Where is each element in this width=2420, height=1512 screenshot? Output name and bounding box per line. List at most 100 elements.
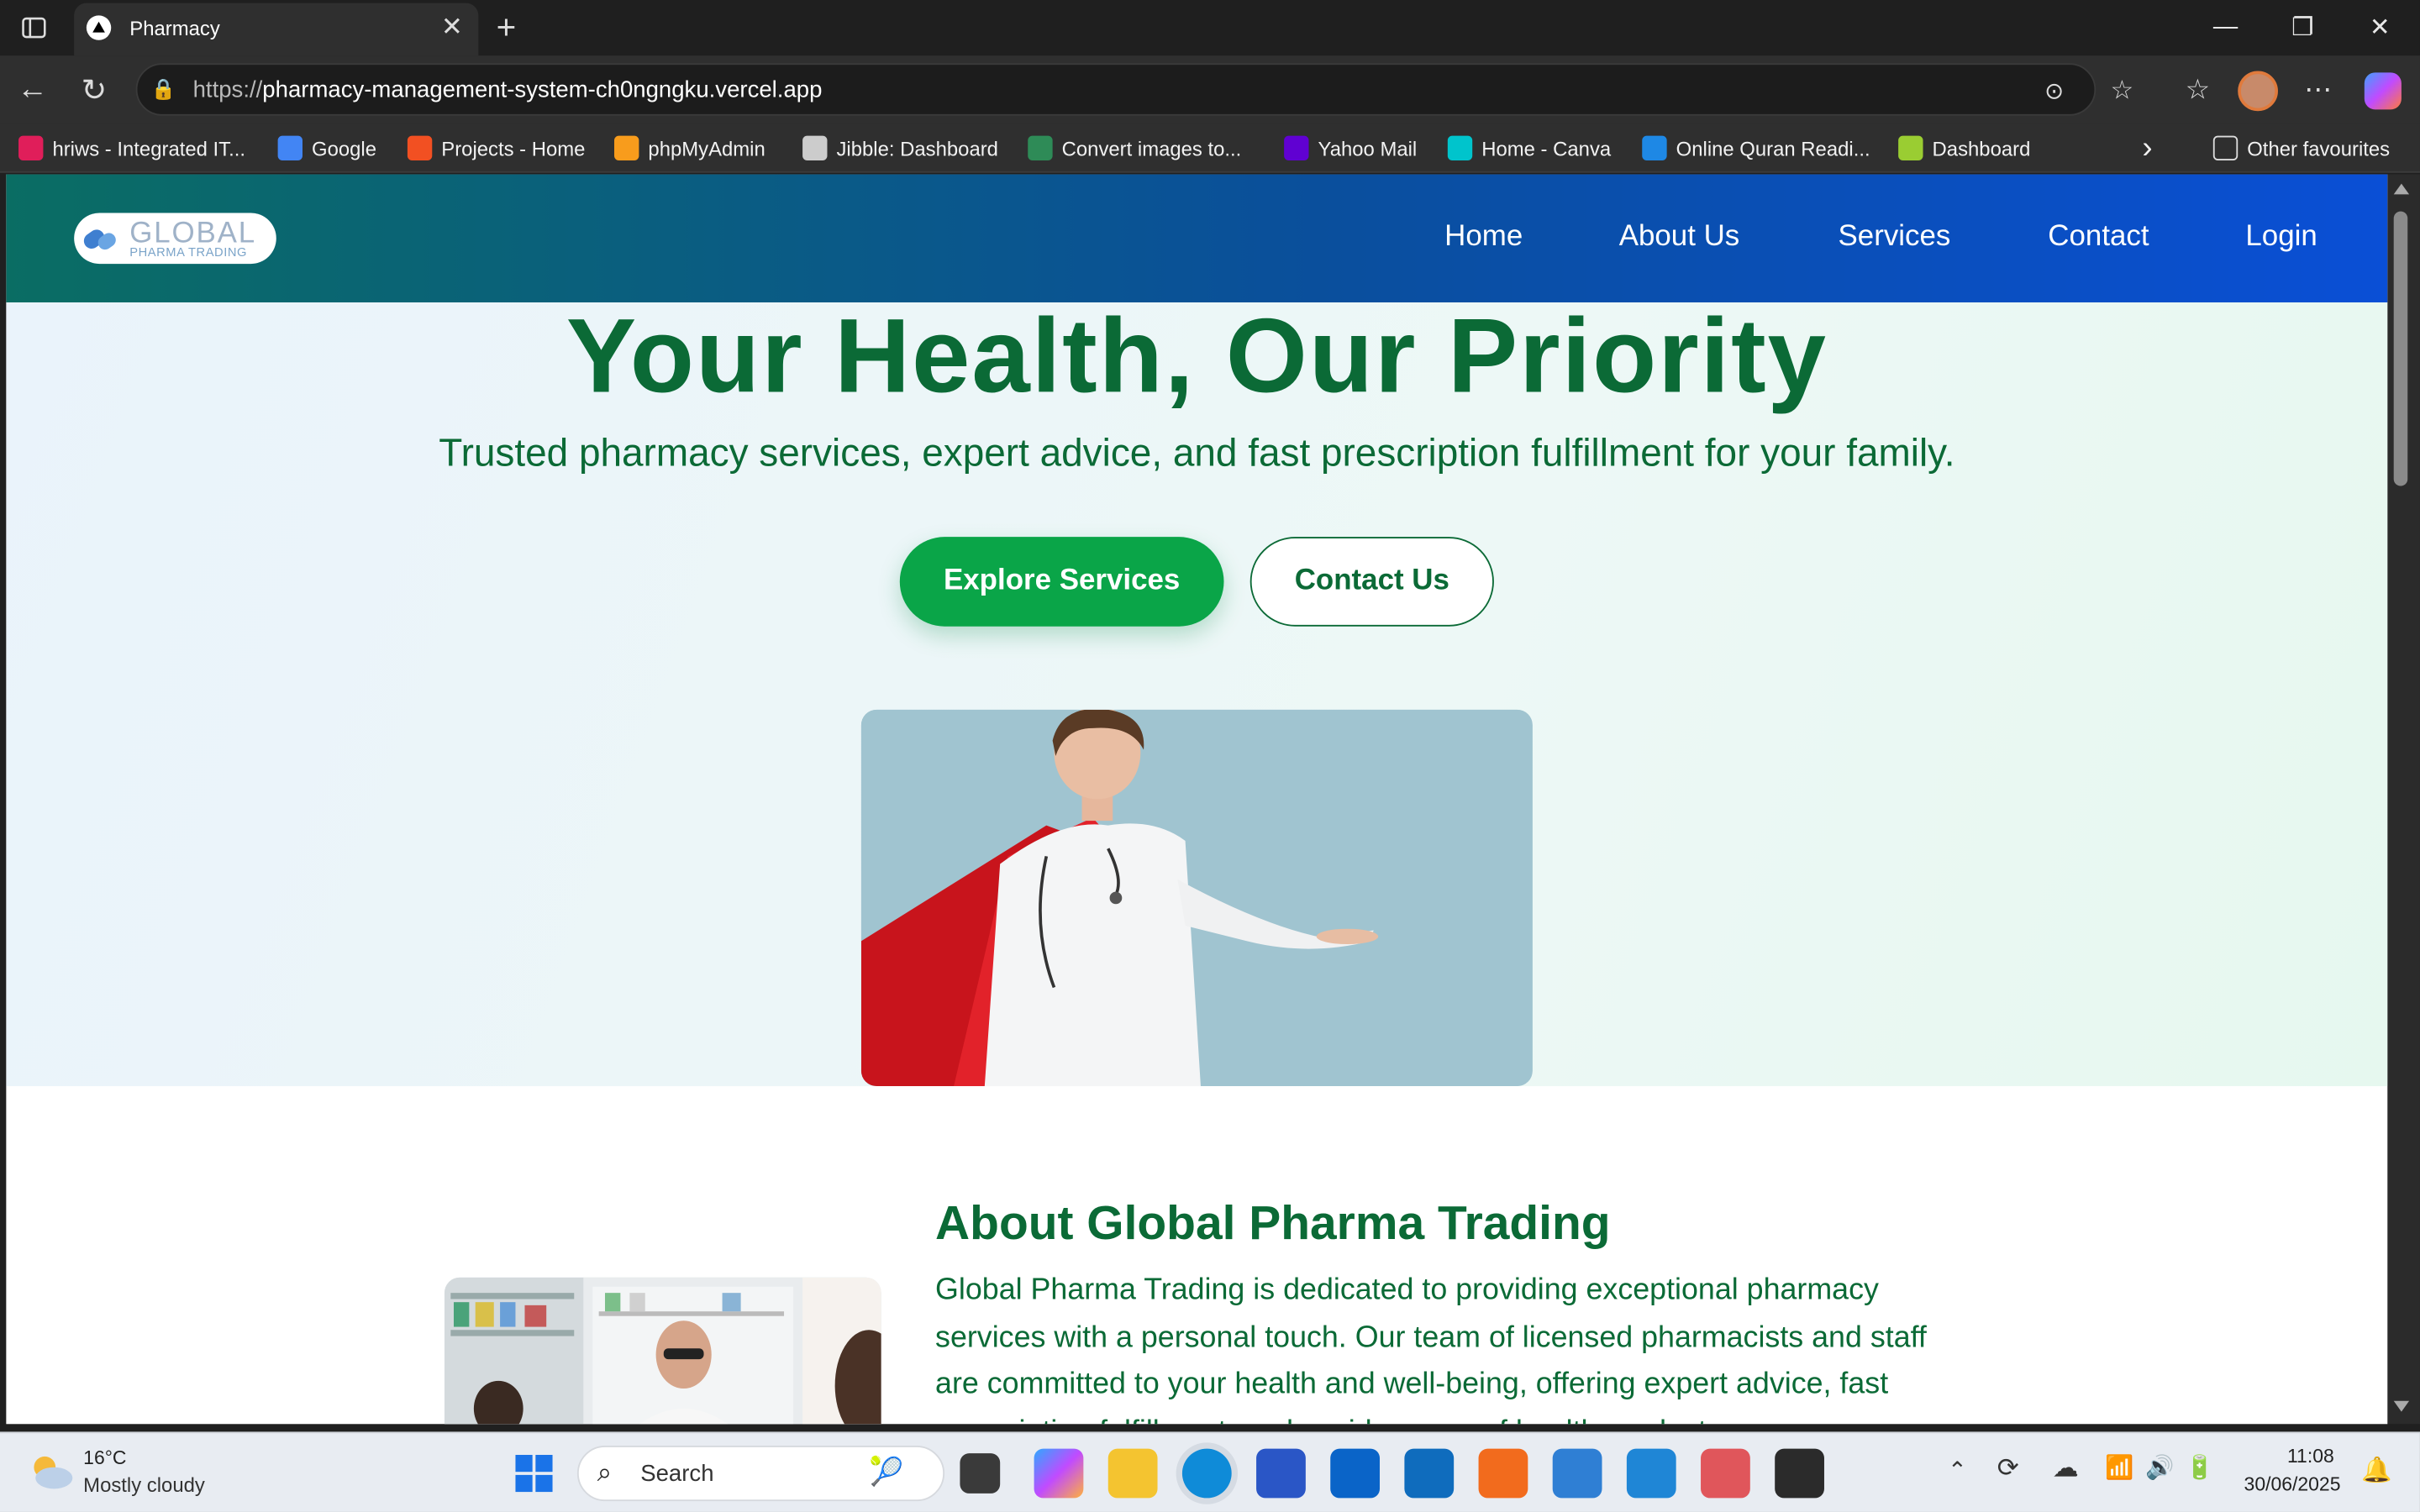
refresh-icon[interactable]: ↻: [74, 71, 114, 108]
edge-icon[interactable]: [1181, 1448, 1232, 1499]
bookmark-label: Convert images to...: [1061, 136, 1242, 160]
nav-contact[interactable]: Contact: [2048, 221, 2149, 255]
start-icon[interactable]: [513, 1452, 555, 1494]
about-text: Global Pharma Trading is dedicated to pr…: [935, 1273, 1927, 1424]
lock-icon[interactable]: 🔒: [150, 76, 177, 103]
bookmark-favicon-icon: [1642, 135, 1667, 161]
restore-icon[interactable]: ❐: [2265, 0, 2339, 55]
bookmark-item[interactable]: Projects - Home: [407, 134, 585, 162]
profile-avatar[interactable]: [2238, 71, 2278, 112]
xampp-icon[interactable]: [1478, 1448, 1528, 1499]
bookmark-item[interactable]: Google: [277, 134, 377, 162]
bookmark-item[interactable]: Convert images to...: [1028, 134, 1241, 162]
back-icon[interactable]: ←: [13, 71, 53, 108]
nav-services[interactable]: Services: [1839, 221, 1951, 255]
hero-subtitle: Trusted pharmacy services, expert advice…: [439, 432, 1955, 475]
hero-doctor-image: [860, 709, 1533, 1087]
about-title: About Global Pharma Trading: [935, 1195, 1611, 1250]
bookmark-label: Home - Canva: [1481, 136, 1612, 160]
explore-services-button[interactable]: Explore Services: [899, 537, 1224, 627]
folder-icon: [2212, 135, 2238, 161]
bookmark-label: Yahoo Mail: [1318, 136, 1418, 160]
close-tab-icon[interactable]: ✕: [441, 14, 463, 40]
scroll-up-icon[interactable]: [2393, 183, 2410, 195]
copilot-app-icon[interactable]: [1034, 1448, 1084, 1499]
terminal-icon[interactable]: [1775, 1448, 1824, 1499]
bookmark-item[interactable]: phpMyAdmin: [614, 134, 765, 162]
favorites-icon[interactable]: ☆: [2179, 71, 2216, 108]
scrollbar-thumb[interactable]: [2393, 211, 2408, 486]
bookmark-label: phpMyAdmin: [648, 136, 765, 160]
bookmark-favicon-icon: [1028, 135, 1053, 161]
bookmark-item[interactable]: Online Quran Readi...: [1642, 134, 1870, 162]
nav-login[interactable]: Login: [2245, 221, 2317, 255]
page-scrollbar[interactable]: [2387, 174, 2420, 1425]
bookmark-favicon-icon: [277, 135, 302, 161]
other-favourites-label: Other favourites: [2247, 136, 2391, 160]
vscode-icon[interactable]: [1626, 1448, 1676, 1499]
outlook-icon[interactable]: [1404, 1448, 1455, 1499]
store-icon[interactable]: [1256, 1448, 1306, 1499]
copilot-icon[interactable]: [2364, 72, 2402, 110]
tab-bar: Pharmacy ✕ + — ❐ ✕: [0, 0, 2420, 56]
cloud-sun-icon: [34, 1456, 73, 1489]
site-logo[interactable]: GLOBAL PHARMA TRADING: [74, 213, 276, 265]
bookmarks-overflow-chevron-icon[interactable]: ›: [2142, 130, 2152, 164]
volume-icon[interactable]: 🔊: [2145, 1453, 2174, 1481]
weather-widget[interactable]: 16°C Mostly cloudy: [22, 1442, 238, 1504]
task-view-icon[interactable]: [960, 1453, 1001, 1494]
clock-date[interactable]: 30/06/2025: [2244, 1473, 2341, 1495]
bookmark-label: Online Quran Readi...: [1676, 136, 1870, 160]
bookmark-label: hriws - Integrated IT...: [52, 136, 246, 160]
read-aloud-icon[interactable]: ⊙: [2039, 76, 2070, 107]
wifi-icon[interactable]: 📶: [2105, 1453, 2133, 1481]
onedrive-icon[interactable]: ☁: [2053, 1453, 2079, 1484]
minimize-icon[interactable]: —: [2188, 0, 2262, 55]
bookmark-favicon-icon: [1898, 135, 1923, 161]
bookmark-item[interactable]: hriws - Integrated IT...: [18, 134, 245, 162]
bookmark-item[interactable]: Dashboard: [1898, 134, 2030, 162]
browser-tab[interactable]: Pharmacy ✕: [74, 3, 479, 56]
clock-time[interactable]: 11:08: [2287, 1446, 2334, 1467]
hero-title: Your Health, Our Priority: [566, 297, 1828, 416]
bookmark-item[interactable]: Home - Canva: [1447, 134, 1612, 162]
tab-title: Pharmacy: [129, 17, 220, 40]
address-bar-row: ← ↻ 🔒 https://pharmacy-management-system…: [0, 55, 2420, 123]
contact-us-button[interactable]: Contact Us: [1249, 537, 1494, 627]
other-favourites[interactable]: Other favourites: [2212, 134, 2391, 162]
bookmarks-bar: hriws - Integrated IT... Google Projects -…: [0, 123, 2420, 173]
web-page: GLOBAL PHARMA TRADING Home About Us Serv…: [6, 174, 2388, 1425]
notification-bell-icon[interactable]: 🔔: [2361, 1455, 2392, 1486]
url-field[interactable]: 🔒 https://pharmacy-management-system-ch0…: [135, 63, 2133, 116]
nav-about[interactable]: About Us: [1619, 221, 1740, 255]
new-tab-icon[interactable]: +: [487, 8, 524, 46]
weather-text: Mostly cloudy: [83, 1473, 205, 1497]
bookmark-favicon-icon: [1447, 135, 1473, 161]
file-explorer-icon[interactable]: [1107, 1448, 1158, 1499]
site-favicon-icon: [86, 15, 112, 40]
bookmark-label: Google: [312, 136, 377, 160]
taskbar-search[interactable]: ⌕ Search 🎾: [576, 1445, 945, 1502]
close-window-icon[interactable]: ✕: [2343, 0, 2417, 55]
favorite-star-icon[interactable]: ☆: [2107, 76, 2138, 107]
chevron-up-icon[interactable]: ⌃: [1948, 1457, 1967, 1484]
bookmark-favicon-icon: [18, 135, 44, 161]
pill-logo-icon: [83, 229, 116, 250]
scroll-down-icon[interactable]: [2393, 1400, 2410, 1412]
search-highlight-icon: 🎾: [869, 1456, 904, 1488]
bookmark-item[interactable]: Yahoo Mail: [1284, 134, 1417, 162]
taskbar: 16°C Mostly cloudy ⌕ Search 🎾 ⌃ ⟳ ☁ 📶 🔊 …: [0, 1431, 2420, 1512]
battery-icon[interactable]: 🔋: [2186, 1453, 2214, 1481]
more-icon[interactable]: ⋯: [2300, 71, 2337, 108]
bookmark-label: Dashboard: [1932, 136, 2031, 160]
nav-home[interactable]: Home: [1444, 221, 1523, 255]
snipping-tool-icon[interactable]: [1701, 1448, 1750, 1499]
outlook-new-icon[interactable]: [1330, 1448, 1381, 1499]
logo-subtext: PHARMA TRADING: [129, 245, 248, 260]
search-label: Search: [640, 1461, 714, 1488]
notepad-icon[interactable]: [1552, 1448, 1602, 1499]
bookmark-item[interactable]: Jibble: Dashboard: [802, 134, 998, 162]
sync-icon[interactable]: ⟳: [1997, 1453, 2019, 1484]
sidebar-toggle-icon[interactable]: [13, 9, 55, 46]
hero-section: Your Health, Our Priority Trusted pharma…: [6, 297, 2388, 1087]
